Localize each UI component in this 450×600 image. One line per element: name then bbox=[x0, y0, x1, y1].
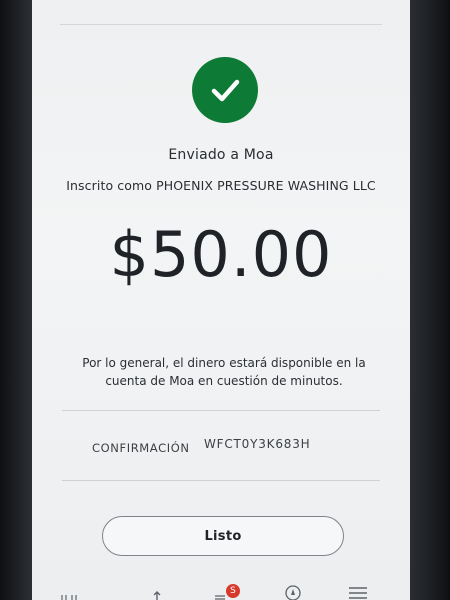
notification-badge: S bbox=[226, 584, 240, 598]
success-badge bbox=[192, 57, 258, 123]
checkmark-icon bbox=[211, 79, 240, 102]
transfer-icon bbox=[153, 591, 161, 600]
bottom-tab-bar: S bbox=[32, 578, 410, 600]
explore-icon bbox=[285, 585, 301, 600]
menu-icon bbox=[349, 587, 367, 599]
tab-explore[interactable] bbox=[282, 582, 304, 600]
tab-pay[interactable]: S bbox=[210, 582, 244, 600]
tab-transfer[interactable] bbox=[145, 582, 169, 600]
pay-icon bbox=[215, 595, 225, 600]
payment-amount: $50.00 bbox=[109, 218, 333, 291]
confirmation-screen: Enviado a Moa Inscrito como PHOENIX PRES… bbox=[32, 0, 410, 600]
tab-menu[interactable] bbox=[347, 582, 369, 600]
enrolled-as-text: Inscrito como PHOENIX PRESSURE WASHING L… bbox=[66, 178, 376, 193]
recipient-title: Enviado a Moa bbox=[168, 147, 274, 163]
divider-top bbox=[62, 410, 380, 411]
accounts-icon bbox=[61, 595, 77, 600]
availability-note: Por lo general, el dinero estará disponi… bbox=[82, 356, 366, 388]
device-bezel-right bbox=[410, 0, 450, 600]
tab-accounts[interactable] bbox=[54, 582, 84, 600]
divider-bottom bbox=[62, 480, 380, 481]
done-button[interactable]: Listo bbox=[102, 516, 344, 556]
device-bezel-left bbox=[0, 0, 32, 600]
confirmation-number: WFCT0Y3K683H bbox=[204, 437, 311, 451]
confirmation-label: CONFIRMACIÓN bbox=[92, 441, 190, 455]
header-divider bbox=[60, 24, 382, 25]
